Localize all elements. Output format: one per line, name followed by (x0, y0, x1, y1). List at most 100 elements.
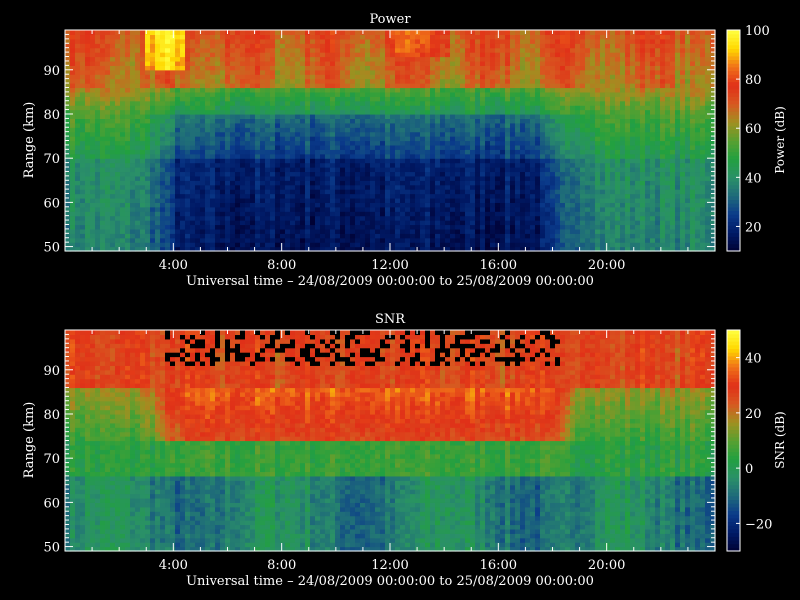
heatmap-cell (380, 122, 386, 128)
heatmap-cell (455, 96, 461, 102)
heatmap-cell (520, 189, 526, 195)
heatmap-cell (385, 74, 391, 80)
heatmap-cell (505, 74, 511, 80)
heatmap-cell (95, 224, 101, 230)
heatmap-cell (220, 83, 226, 89)
heatmap-cell (345, 131, 351, 137)
heatmap-cell (100, 237, 106, 243)
heatmap-cell (320, 113, 326, 119)
heatmap-cell (470, 109, 476, 115)
heatmap-cell (545, 224, 551, 230)
heatmap-cell (170, 83, 176, 89)
heatmap-cell (90, 78, 96, 84)
heatmap-cell (470, 215, 476, 221)
heatmap-cell (290, 233, 296, 239)
heatmap-cell (80, 206, 86, 212)
heatmap-cell (420, 233, 426, 239)
heatmap-cell (540, 189, 546, 195)
heatmap-cell (490, 30, 496, 36)
heatmap-cell (165, 65, 171, 71)
heatmap-cell (425, 153, 431, 159)
heatmap-cell (450, 96, 456, 102)
heatmap-cell (345, 69, 351, 75)
heatmap-cell (555, 149, 561, 155)
heatmap-cell (545, 136, 551, 142)
heatmap-cell (375, 113, 381, 119)
heatmap-cell (80, 224, 86, 230)
heatmap-cell (380, 202, 386, 208)
heatmap-cell (120, 175, 126, 181)
heatmap-cell (70, 52, 76, 58)
heatmap-cell (360, 100, 366, 106)
heatmap-cell (135, 197, 141, 203)
heatmap-cell (480, 100, 486, 106)
heatmap-cell (365, 56, 371, 62)
heatmap-cell (205, 78, 211, 84)
heatmap-cell (250, 206, 256, 212)
heatmap-cell (85, 189, 91, 195)
heatmap-cell (235, 34, 241, 40)
heatmap-cell (480, 109, 486, 115)
heatmap-cell (290, 65, 296, 71)
heatmap-cell (505, 202, 511, 208)
heatmap-cell (90, 136, 96, 142)
heatmap-cell (495, 220, 501, 226)
heatmap-cell (375, 43, 381, 49)
heatmap-cell (375, 65, 381, 71)
heatmap-cell (340, 202, 346, 208)
heatmap-cell (135, 127, 141, 133)
heatmap-cell (475, 193, 481, 199)
heatmap-cell (205, 65, 211, 71)
heatmap-cell (110, 91, 116, 97)
heatmap-cell (320, 65, 326, 71)
heatmap-cell (495, 122, 501, 128)
heatmap-cell (445, 206, 451, 212)
heatmap-cell (245, 34, 251, 40)
heatmap-cell (385, 224, 391, 230)
heatmap-cell (175, 242, 181, 248)
heatmap-cell (540, 69, 546, 75)
heatmap-cell (80, 109, 86, 115)
heatmap-cell (125, 38, 131, 44)
heatmap-cell (95, 113, 101, 119)
heatmap-cell (360, 43, 366, 49)
heatmap-cell (120, 242, 126, 248)
heatmap-cell (500, 113, 506, 119)
heatmap-cell (320, 233, 326, 239)
heatmap-cell (190, 78, 196, 84)
heatmap-cell (265, 206, 271, 212)
heatmap-cell (560, 140, 566, 146)
heatmap-cell (100, 233, 106, 239)
heatmap-cell (100, 30, 106, 36)
heatmap-cell (80, 184, 86, 190)
heatmap-cell (400, 105, 406, 111)
heatmap-cell (540, 38, 546, 44)
heatmap-cell (405, 189, 411, 195)
heatmap-cell (220, 144, 226, 150)
heatmap-cell (200, 34, 206, 40)
heatmap-cell (280, 224, 286, 230)
heatmap-cell (90, 202, 96, 208)
heatmap-cell (440, 52, 446, 58)
heatmap-cell (185, 180, 191, 186)
heatmap-cell (410, 171, 416, 177)
heatmap-cell (435, 109, 441, 115)
heatmap-cell (460, 60, 466, 66)
heatmap-cell (375, 184, 381, 190)
heatmap-cell (385, 52, 391, 58)
heatmap-cell (485, 153, 491, 159)
heatmap-cell (250, 34, 256, 40)
heatmap-cell (345, 158, 351, 164)
heatmap-cell (375, 91, 381, 97)
heatmap-cell (525, 180, 531, 186)
heatmap-cell (230, 175, 236, 181)
heatmap-cell (250, 167, 256, 173)
heatmap-cell (550, 162, 556, 168)
heatmap-cell (530, 109, 536, 115)
heatmap-cell (240, 30, 246, 36)
heatmap-cell (335, 109, 341, 115)
heatmap-cell (230, 122, 236, 128)
heatmap-cell (485, 65, 491, 71)
heatmap-cell (335, 96, 341, 102)
heatmap-cell (435, 220, 441, 226)
